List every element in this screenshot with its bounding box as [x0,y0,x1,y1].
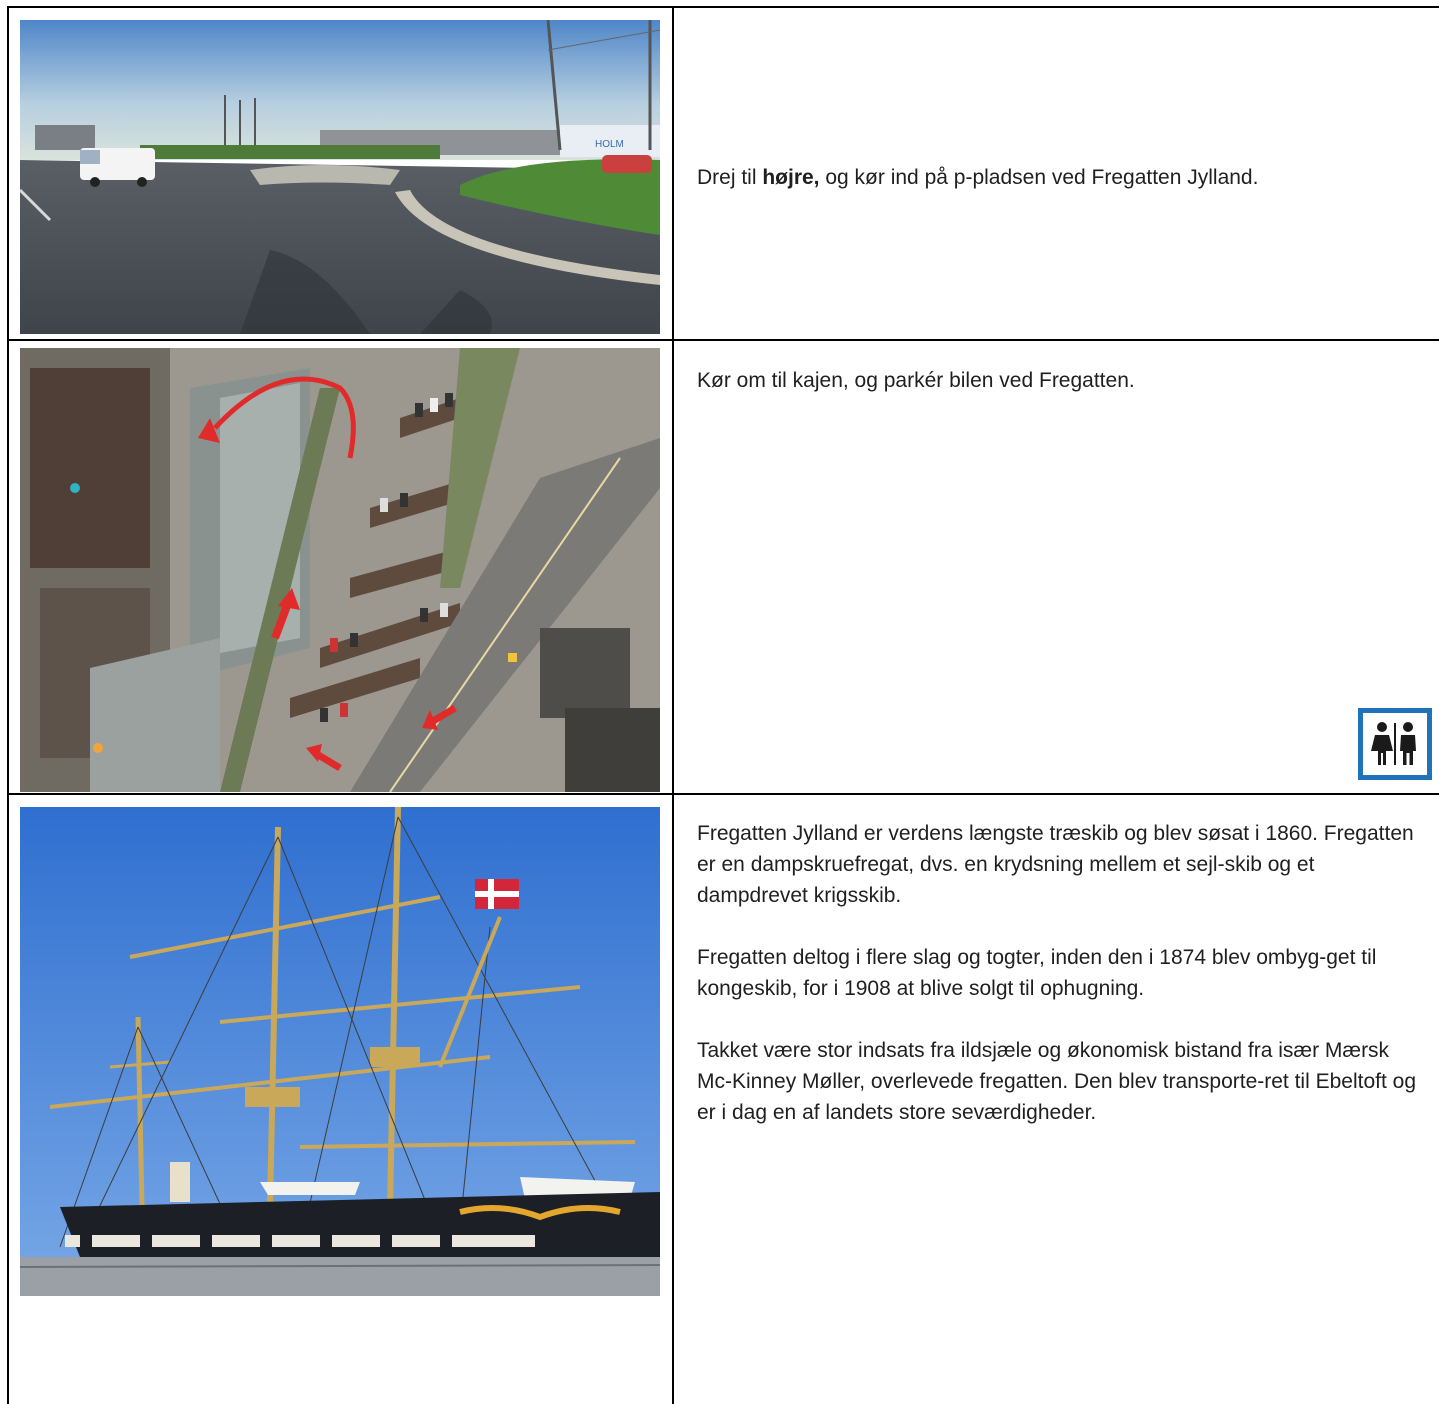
row3-description: Fregatten Jylland er verdens længste træ… [697,818,1417,1159]
toilet-icon [1358,708,1432,780]
row3-paragraph-3: Takket være stor indsats fra ildsjæle og… [697,1039,1417,1124]
table-border-left [7,6,9,1404]
row2-instruction: Kør om til kajen, og parkér bilen ved Fr… [697,365,1407,427]
row-divider-1 [7,339,1439,341]
row1-text-before: Drej til [697,166,763,189]
row1-text-after: og kør ind på p-pladsen ved Fregatten Jy… [819,166,1259,189]
svg-text:HOLM: HOLM [595,139,624,150]
row2-paragraph: Kør om til kajen, og parkér bilen ved Fr… [697,369,1135,392]
column-divider [672,6,674,1404]
row3-paragraph-1: Fregatten Jylland er verdens længste træ… [697,822,1414,907]
frigate-jylland-photo [20,807,660,1296]
row-divider-2 [7,793,1439,795]
row1-instruction: Drej til højre, og kør ind på p-pladsen … [697,162,1407,193]
table-border-top [7,6,1439,8]
row3-paragraph-2: Fregatten deltog i flere slag og togter,… [697,946,1377,1000]
row1-text-bold: højre, [762,166,820,189]
roundabout-photo: HOLM [20,20,660,334]
aerial-parking-map [20,348,660,792]
instructions-table: HOLM Drej til højre, og kør ind på p-pla… [0,0,1439,1404]
toilet-figures-icon [1371,722,1416,765]
